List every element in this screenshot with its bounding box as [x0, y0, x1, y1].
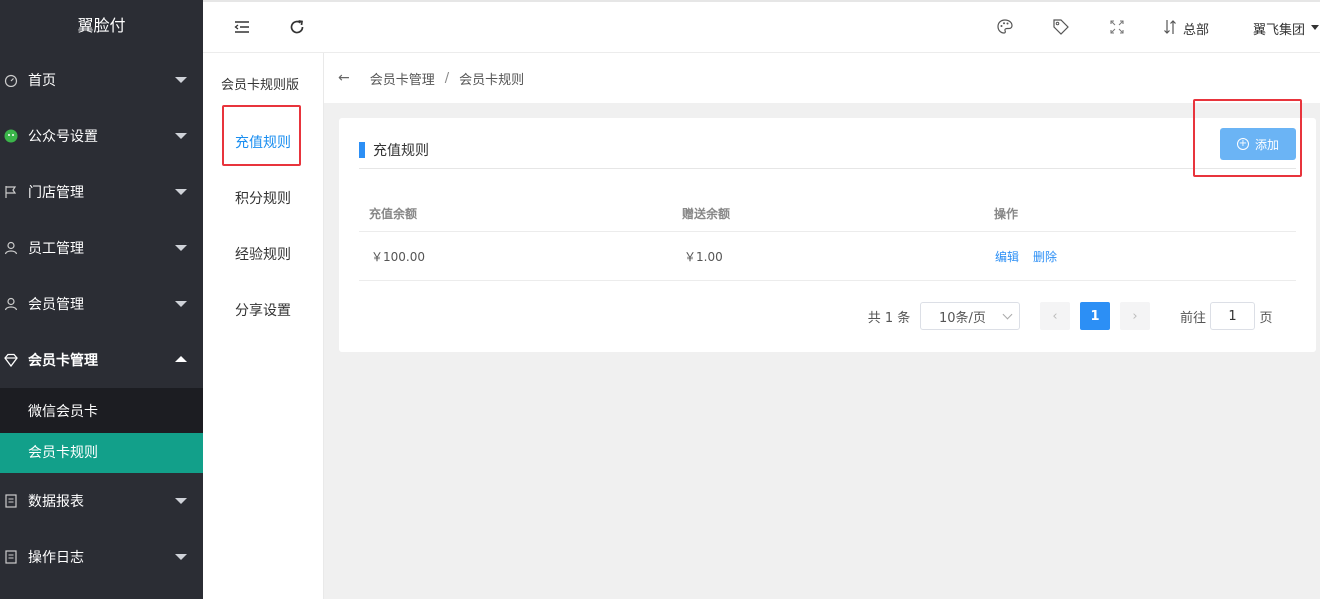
- card-title: 充值规则: [359, 140, 429, 160]
- breadcrumb-separator: /: [444, 70, 450, 86]
- page-size-select[interactable]: 10条/页: [920, 302, 1020, 330]
- page-size-value: 10条/页: [939, 310, 986, 326]
- sidebar-item-label: 会员管理: [28, 297, 84, 313]
- breadcrumb: ← 会员卡管理 / 会员卡规则: [324, 53, 1320, 103]
- sidebar-item-staff[interactable]: 员工管理: [0, 220, 203, 276]
- annotation-box-add-button: [1193, 99, 1302, 177]
- chevron-up-icon: [175, 356, 187, 362]
- column-header-recharge: 充值余额: [369, 207, 418, 221]
- chevron-down-icon: [175, 77, 187, 83]
- palette-icon[interactable]: [996, 18, 1014, 36]
- delete-link[interactable]: 删除: [1033, 248, 1057, 265]
- hq-switch[interactable]: 总部: [1183, 19, 1209, 38]
- sidebar-item-wechat-settings[interactable]: 公众号设置: [0, 108, 203, 164]
- page-number-button[interactable]: 1: [1080, 302, 1110, 330]
- diamond-icon: [4, 353, 18, 367]
- chevron-down-icon: [175, 133, 187, 139]
- sidebar-item-reports[interactable]: 数据报表: [0, 473, 203, 529]
- table-header: 充值余额 赠送余额 操作: [359, 196, 1296, 232]
- sidebar-item-label: 会员卡管理: [28, 353, 98, 369]
- wechat-icon: [4, 129, 18, 143]
- subnav-item-share-settings[interactable]: 分享设置: [203, 300, 323, 320]
- subnav-item-points-rules[interactable]: 积分规则: [203, 188, 323, 208]
- sidebar-item-home[interactable]: 首页: [0, 52, 203, 108]
- breadcrumb-current: 会员卡规则: [459, 72, 525, 88]
- annotation-box-recharge-rules: [222, 105, 301, 166]
- user-icon: [4, 297, 18, 311]
- sidebar-item-logs[interactable]: 操作日志: [0, 529, 203, 585]
- cell-bonus-amount: ￥1.00: [684, 249, 723, 264]
- refresh-icon[interactable]: [288, 18, 306, 36]
- menu-collapse-icon[interactable]: [233, 18, 251, 36]
- chevron-down-icon: [175, 498, 187, 504]
- tag-icon[interactable]: [1052, 18, 1070, 36]
- report-icon: [4, 494, 18, 508]
- subnav-item-experience-rules[interactable]: 经验规则: [203, 244, 323, 264]
- card-title-text: 充值规则: [373, 143, 429, 159]
- column-header-bonus: 赠送余额: [682, 207, 731, 221]
- recharge-rules-card: 充值规则 + 添加 充值余额 赠送余额 操作 ￥100.00 ￥1.00 编辑 …: [339, 118, 1316, 352]
- sidebar-item-label: 数据报表: [28, 494, 84, 510]
- goto-label: 前往: [1179, 310, 1206, 326]
- chevron-down-icon: [175, 554, 187, 560]
- sidebar-subitem-card-rules[interactable]: 会员卡规则: [0, 433, 203, 473]
- back-arrow-icon[interactable]: ←: [338, 70, 350, 86]
- sidebar-submenu: 微信会员卡 会员卡规则: [0, 388, 203, 473]
- fullscreen-icon[interactable]: [1108, 18, 1126, 36]
- org-dropdown[interactable]: 翼飞集团: [1253, 19, 1305, 38]
- brand-logo: 翼脸付: [0, 0, 203, 52]
- prev-page-button[interactable]: ‹: [1040, 302, 1070, 330]
- chevron-down-icon: [1002, 309, 1013, 319]
- pagination: 共 1 条 10条/页 ‹ 1 › 前往 1 页: [359, 302, 1296, 332]
- sidebar-item-label: 员工管理: [28, 241, 84, 257]
- sidebar-item-label: 公众号设置: [28, 129, 98, 145]
- sidebar-item-stores[interactable]: 门店管理: [0, 164, 203, 220]
- cell-actions: 编辑 删除: [995, 232, 1071, 280]
- next-page-button[interactable]: ›: [1120, 302, 1150, 330]
- chevron-down-icon: [175, 189, 187, 195]
- column-header-actions: 操作: [994, 207, 1019, 221]
- sidebar-item-member-cards[interactable]: 会员卡管理: [0, 332, 203, 388]
- subnav-title: 会员卡规则版: [221, 78, 300, 93]
- pagination-total: 共 1 条: [867, 310, 911, 326]
- top-header: 总部 翼飞集团: [203, 0, 1320, 53]
- sidebar-item-members[interactable]: 会员管理: [0, 276, 203, 332]
- divider: [359, 168, 1296, 169]
- chevron-down-icon: [175, 245, 187, 251]
- edit-link[interactable]: 编辑: [995, 248, 1019, 265]
- goto-suffix: 页: [1259, 310, 1273, 326]
- cell-recharge-amount: ￥100.00: [371, 249, 425, 264]
- dashboard-icon: [4, 73, 18, 87]
- goto-page-input[interactable]: 1: [1210, 302, 1255, 330]
- sidebar-item-label: 操作日志: [28, 550, 84, 566]
- switch-icon: [1163, 18, 1177, 36]
- table-row: ￥100.00 ￥1.00 编辑 删除: [359, 232, 1296, 281]
- chevron-down-icon[interactable]: [1311, 25, 1319, 30]
- title-accent-bar: [359, 142, 365, 158]
- flag-icon: [4, 185, 18, 199]
- sidebar-item-label: 门店管理: [28, 185, 84, 201]
- chevron-down-icon: [175, 301, 187, 307]
- sidebar-item-label: 首页: [28, 73, 56, 89]
- user-icon: [4, 241, 18, 255]
- breadcrumb-parent[interactable]: 会员卡管理: [370, 69, 435, 88]
- sidebar: 翼脸付 首页 公众号设置 门店管理 员工管理 会员管理 会员卡管理 微信会员卡 …: [0, 0, 203, 599]
- sidebar-subitem-wechat-card[interactable]: 微信会员卡: [0, 388, 203, 433]
- log-icon: [4, 550, 18, 564]
